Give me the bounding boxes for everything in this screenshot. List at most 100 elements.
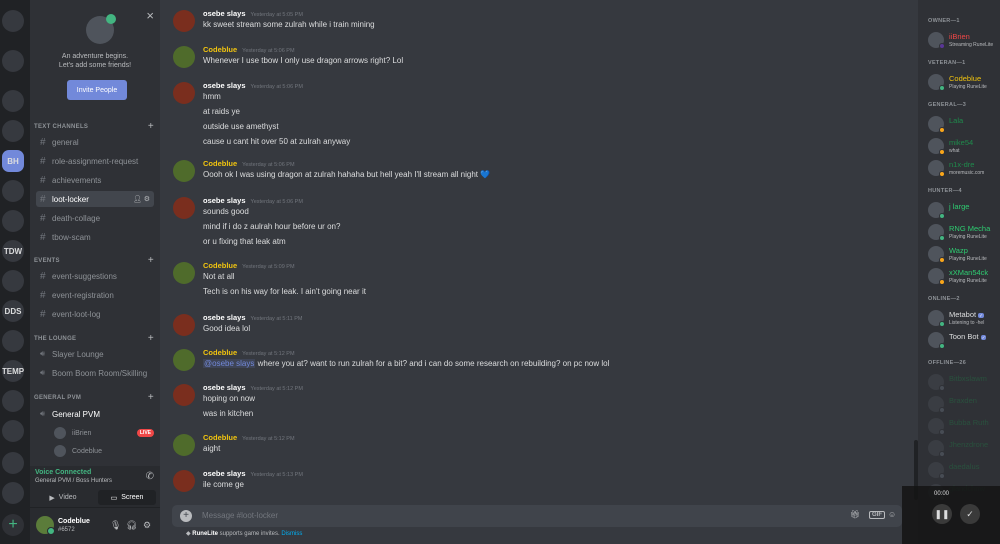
member-item[interactable]: Bubba Ruth — [928, 416, 1000, 438]
screen-button[interactable]: ▭ Screen — [98, 490, 156, 505]
author-name[interactable]: osebe slays — [203, 469, 246, 478]
gear-icon[interactable]: ⚙ — [143, 520, 151, 531]
voice-channel[interactable]: 🔊︎ Slayer Lounge — [36, 346, 154, 362]
guild-icon[interactable] — [2, 90, 24, 112]
category-text-channels[interactable]: TEXT CHANNELS + — [34, 121, 154, 132]
voice-channel-path[interactable]: General PVM / Boss Hunters — [35, 478, 112, 484]
author-name[interactable]: Codeblue — [203, 261, 237, 270]
member-name-text: Toon Bot — [949, 332, 979, 341]
member-item[interactable]: Bitbxslawm — [928, 372, 1000, 394]
add-channel-icon[interactable]: + — [148, 333, 154, 344]
message-input[interactable]: Message #loot-locker — [202, 511, 278, 520]
category-events[interactable]: EVENTS + — [34, 255, 154, 266]
voice-channel[interactable]: 🔊︎ Boom Boom Room/Skilling — [36, 365, 154, 381]
channel-role-assignment-request[interactable]: # role-assignment-request — [36, 153, 154, 169]
lion-icon[interactable] — [2, 270, 24, 292]
author-name[interactable]: Codeblue — [203, 45, 237, 54]
headphones-icon[interactable]: 🎧︎ — [126, 520, 137, 531]
author-name[interactable]: osebe slays — [203, 196, 246, 205]
member-item[interactable]: Jhenzdrone — [928, 438, 1000, 460]
author-name[interactable]: osebe slays — [203, 313, 246, 322]
member-item[interactable]: n1x-dre moremusic.com — [928, 158, 1000, 180]
member-item[interactable]: daedalus — [928, 460, 1000, 482]
author-name[interactable]: Codeblue — [203, 433, 237, 442]
rune-icon[interactable] — [2, 50, 24, 72]
author-name[interactable]: Codeblue — [203, 348, 237, 357]
author-name[interactable]: osebe slays — [203, 9, 246, 18]
channel-tbow-scam[interactable]: # tbow-scam — [36, 229, 154, 245]
dismiss-link[interactable]: Dismiss — [281, 531, 302, 537]
gold-icon[interactable] — [2, 390, 24, 412]
invite-people-button[interactable]: Invite People — [67, 80, 127, 100]
member-item[interactable]: RNG Mecha Playing RuneLite — [928, 222, 1000, 244]
member-item[interactable]: Wazp Playing RuneLite — [928, 244, 1000, 266]
microphone-icon[interactable]: 🎙︎ — [110, 520, 121, 531]
member-item[interactable]: Braxden — [928, 394, 1000, 416]
member-item[interactable]: xXMan54ck Playing RuneLite — [928, 266, 1000, 288]
gif-icon[interactable]: GIF — [869, 511, 885, 519]
category-general-pvm[interactable]: GENERAL PVM + — [34, 392, 154, 403]
voice-channel-general-pvm[interactable]: 🔊︎ General PVM — [36, 406, 154, 422]
bh-server[interactable]: BH — [2, 150, 24, 172]
add-channel-icon[interactable]: + — [148, 392, 154, 403]
gear-icon[interactable]: ⚙ — [144, 196, 150, 203]
member-item[interactable]: Lala — [928, 114, 1000, 136]
avatar[interactable] — [173, 197, 195, 219]
close-icon[interactable]: × — [146, 8, 154, 23]
add-server-icon[interactable]: + — [2, 514, 24, 536]
channel-death-collage[interactable]: # death-collage — [36, 210, 154, 226]
city-icon[interactable] — [2, 330, 24, 352]
channel-event-loot-log[interactable]: # event-loot-log — [36, 306, 154, 322]
pause-icon[interactable]: ❚❚ — [932, 504, 952, 524]
dragon-icon[interactable] — [2, 452, 24, 474]
add-member-icon[interactable]: 👤︎ — [133, 196, 144, 203]
avatar[interactable] — [173, 384, 195, 406]
x-logo-icon[interactable] — [2, 420, 24, 442]
avatar[interactable] — [173, 10, 195, 32]
check-icon[interactable]: ✓ — [960, 504, 980, 524]
knight-helmet-icon[interactable] — [2, 10, 24, 32]
member-item[interactable]: Codeblue Playing RuneLite — [928, 72, 1000, 94]
emoji-icon[interactable]: ☺ — [888, 510, 896, 519]
avatar[interactable] — [173, 349, 195, 371]
avatar[interactable] — [173, 46, 195, 68]
avatar[interactable] — [173, 434, 195, 456]
avatar[interactable] — [173, 262, 195, 284]
dds-server[interactable]: DDS — [2, 300, 24, 322]
temp-server[interactable]: TEMP — [2, 360, 24, 382]
channel-event-suggestions[interactable]: # event-suggestions — [36, 268, 154, 284]
channel-general[interactable]: # general — [36, 134, 154, 150]
avatar[interactable] — [173, 160, 195, 182]
user-mention[interactable]: @osebe slays — [203, 359, 256, 368]
member-item[interactable]: Toon Bot ✓ — [928, 330, 1000, 352]
avatar[interactable] — [36, 516, 55, 535]
upload-icon[interactable]: + — [180, 510, 192, 522]
author-name[interactable]: Codeblue — [203, 159, 237, 168]
member-item[interactable]: mike54 what — [928, 136, 1000, 158]
member-item[interactable]: Metabot ✓ Listening to -hel — [928, 308, 1000, 330]
author-name[interactable]: osebe slays — [203, 81, 246, 90]
member-item[interactable]: j large — [928, 200, 1000, 222]
tdw-server[interactable]: TDW — [2, 240, 24, 262]
avatar[interactable] — [173, 314, 195, 336]
disconnect-icon[interactable]: ✆ — [146, 471, 154, 482]
channel-loot-locker[interactable]: # loot-locker 👤︎ ⚙ — [36, 191, 154, 207]
channel-achievements[interactable]: # achievements — [36, 172, 154, 188]
add-channel-icon[interactable]: + — [148, 255, 154, 266]
gift-icon[interactable]: 🎁︎ — [850, 510, 860, 519]
dark-server-icon[interactable] — [2, 210, 24, 232]
chart-icon[interactable] — [2, 120, 24, 142]
anime-icon[interactable] — [2, 482, 24, 504]
voice-user[interactable]: iiBrien LIVE — [54, 426, 154, 440]
category-the-lounge[interactable]: THE LOUNGE + — [34, 333, 154, 344]
avatar[interactable] — [173, 82, 195, 104]
video-button[interactable]: ▶ Video — [34, 490, 92, 505]
screen-recorder-overlay: 00:00 ❚❚ ✓ — [902, 486, 1000, 544]
avatar-icon[interactable] — [2, 180, 24, 202]
avatar[interactable] — [173, 470, 195, 492]
add-channel-icon[interactable]: + — [148, 121, 154, 132]
author-name[interactable]: osebe slays — [203, 383, 246, 392]
member-item[interactable]: iiBrien Streaming RuneLite — [928, 30, 1000, 52]
voice-user[interactable]: Codeblue — [54, 444, 154, 458]
channel-event-registration[interactable]: # event-registration — [36, 287, 154, 303]
